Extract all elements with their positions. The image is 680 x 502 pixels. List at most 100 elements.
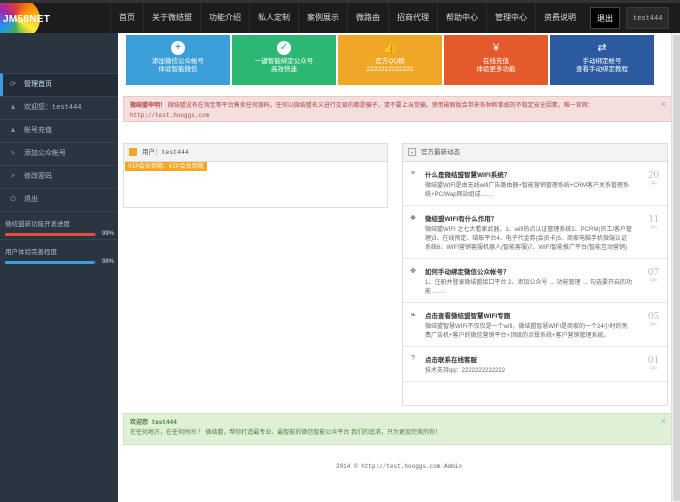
check-icon: ✓ bbox=[277, 41, 291, 55]
progress-percent: 98% bbox=[101, 259, 114, 265]
sidebar-item[interactable]: ✐ 修改密码 bbox=[0, 165, 118, 188]
top-navbar: JM58NET 首页 关于微结盟 功能介绍 私人定制 案例展示 微路由 招商代理 帮助中心 管理… bbox=[0, 0, 680, 36]
news-day: 20 bbox=[648, 169, 659, 181]
progress-label: 微结盟新功能开发进度 bbox=[5, 221, 70, 228]
user-panel-header: 用户：test444 bbox=[124, 144, 387, 162]
vip-badge: VIP会员到期：VIP会员到期 bbox=[125, 162, 207, 171]
sidebar-item-label: 帐号充值 bbox=[24, 127, 52, 135]
sidebar-item[interactable]: ⏻ 退出 bbox=[0, 188, 118, 211]
quick-tiles: + 添加微信公众帐号 体验智能微信 ✓ 一键智能绑定公众号 高效快速 👍 官方QQ群 22222… bbox=[126, 35, 656, 85]
sidebar-item-label: 管理首页 bbox=[24, 81, 52, 89]
news-month: jun bbox=[650, 181, 657, 186]
footer: 2014 © http://test.hooggs.com Admin bbox=[335, 463, 463, 470]
logout-icon: ⏻ bbox=[10, 196, 16, 204]
sidebar-item[interactable]: ⟳ 管理首页 bbox=[0, 73, 118, 96]
quick-tile[interactable]: + 添加微信公众帐号 体验智能微信 bbox=[126, 35, 230, 85]
sidebar-item[interactable]: ✎ 添加公众帐号 bbox=[0, 142, 118, 165]
progress-fill bbox=[5, 260, 95, 264]
tile-line2: 体验智能微信 bbox=[158, 66, 198, 73]
alert-title: 微结盟申明！ bbox=[130, 103, 167, 109]
news-item[interactable]: ? 点击联系在线客服 技术支持qq：2222222222222 01 jun bbox=[403, 347, 667, 382]
logo-text: JM58NET bbox=[3, 14, 51, 25]
official-url[interactable]: http://test.hooggs.com bbox=[130, 112, 209, 119]
progress-fill bbox=[5, 232, 96, 236]
plus-icon: + bbox=[171, 41, 185, 55]
tile-line2: 查看手动绑定教程 bbox=[576, 66, 628, 73]
news-date: 20 jun bbox=[648, 169, 659, 187]
news-month: jun bbox=[650, 225, 657, 230]
sidebar-item-label: 添加公众帐号 bbox=[24, 150, 66, 158]
nav-item[interactable]: 招商代理 bbox=[388, 3, 437, 33]
news-title[interactable]: 点击联系在线客服 bbox=[425, 354, 632, 364]
nav-item[interactable]: 私人定制 bbox=[249, 3, 298, 33]
exit-button[interactable]: 退出 bbox=[590, 7, 620, 29]
news-item[interactable]: ❧ 点击查看微结盟智慧WIFI专题 微结盟智慧WIFI不仅仅是一个wifi，微结盟智… bbox=[403, 303, 667, 347]
news-item[interactable]: ≡ 什么是微结盟智慧WIFI系统？ 微结盟WIFI是由无线wifi广告路由器+智能营… bbox=[403, 162, 667, 206]
news-month: jun bbox=[650, 278, 657, 283]
progress-label: 用户体验完善程度 bbox=[5, 249, 57, 256]
progress-bar bbox=[5, 260, 96, 264]
news-desc: 技术支持qq：2222222222222 bbox=[425, 368, 506, 374]
news-day: 07 bbox=[648, 266, 659, 278]
sidebar-item-label: 修改密码 bbox=[24, 173, 52, 181]
refresh-icon: ⟳ bbox=[10, 81, 16, 89]
news-day: 11 bbox=[648, 213, 659, 225]
progress-bar bbox=[5, 232, 96, 236]
news-title[interactable]: 什么是微结盟智慧WIFI系统？ bbox=[425, 169, 632, 179]
user-icon: ♟ bbox=[10, 104, 16, 112]
nav-item[interactable]: 资费说明 bbox=[535, 3, 584, 33]
news-date: 05 jun bbox=[648, 311, 659, 328]
nav-item[interactable]: 首页 bbox=[110, 3, 143, 33]
close-icon[interactable]: × bbox=[661, 99, 666, 109]
logo[interactable]: JM58NET bbox=[0, 3, 58, 36]
news-title[interactable]: 点击查看微结盟智慧WIFI专题 bbox=[425, 310, 632, 320]
news-item[interactable]: ❖ 微结盟WIFI有什么作用？ 微结盟WIFI 之七大看家武器，1、wifi热点认证… bbox=[403, 206, 667, 259]
news-title[interactable]: 如何手动绑定微信公众帐号？ bbox=[425, 266, 632, 276]
scrollbar-thumb[interactable] bbox=[673, 35, 680, 501]
sidebar-item[interactable]: ♟ 帐号充值 bbox=[0, 119, 118, 142]
sidebar-menu: ⟳ 管理首页 ♟ 欢迎您：test444 ♟ 帐号充值 ✎ 添加公众帐号 ✐ 修改密码 ⏻ 退出 bbox=[0, 73, 118, 211]
user-account-button[interactable]: test444 bbox=[626, 7, 670, 29]
news-panel: ⌄ 官方最新动态 ≡ 什么是微结盟智慧WIFI系统？ 微结盟WIFI是由无线wifi广… bbox=[402, 143, 668, 406]
news-item[interactable]: ✥ 如何手动绑定微信公众帐号？ 1、注册并登录微结盟接口平台 2、添加公众号 → 功… bbox=[403, 259, 667, 303]
user-icon: ♟ bbox=[10, 127, 16, 135]
alert-text: 微结盟没有在淘宝等平台售卖任何源码，任何以微结盟名义进行交易的都是骗子，请不要上… bbox=[167, 103, 594, 109]
nav-item[interactable]: 案例展示 bbox=[298, 3, 347, 33]
news-desc: 微结盟WIFI是由无线wifi广告路由器+智能营销管理系统+CRM客户关系管理系… bbox=[425, 183, 630, 198]
close-icon[interactable]: × bbox=[661, 416, 666, 426]
nav-item[interactable]: 关于微结盟 bbox=[143, 3, 200, 33]
list-icon: ≡ bbox=[410, 170, 416, 177]
quick-tile[interactable]: ⇄ 手动绑定帐号 查看手动绑定教程 bbox=[550, 35, 654, 85]
nav-item[interactable]: 帮助中心 bbox=[437, 3, 486, 33]
news-date: 01 jun bbox=[648, 355, 659, 372]
nav-item[interactable]: 功能介绍 bbox=[200, 3, 249, 33]
news-title[interactable]: 微结盟WIFI有什么作用？ bbox=[425, 213, 632, 223]
sidebar-item[interactable]: ♟ 欢迎您：test444 bbox=[0, 96, 118, 119]
tile-line1: 一键智能绑定公众号 bbox=[254, 58, 314, 65]
pencil-icon: ✎ bbox=[10, 150, 16, 158]
tile-line2: 2222222222222 bbox=[366, 66, 414, 73]
quick-tile[interactable]: 👍 官方QQ群 2222222222222 bbox=[338, 35, 442, 85]
news-date: 11 jun bbox=[648, 213, 659, 231]
sidebar-top bbox=[0, 33, 118, 73]
nav-item[interactable]: 管理中心 bbox=[486, 3, 535, 33]
chevron-down-icon[interactable]: ⌄ bbox=[408, 148, 416, 157]
scrollbar[interactable] bbox=[671, 33, 680, 502]
news-date: 07 jun bbox=[648, 266, 659, 284]
news-panel-header: ⌄ 官方最新动态 bbox=[403, 144, 667, 162]
news-month: jun bbox=[650, 366, 657, 371]
tile-line1: 添加微信公众帐号 bbox=[152, 58, 204, 65]
nav-item[interactable]: 微路由 bbox=[347, 3, 388, 33]
tile-line1: 手动绑定帐号 bbox=[582, 58, 622, 65]
quick-tile[interactable]: ¥ 在线充值 体验更多功能 bbox=[444, 35, 548, 85]
thumbs-up-icon: 👍 bbox=[383, 42, 397, 54]
tile-line2: 高效快速 bbox=[271, 66, 297, 73]
news-month: jun bbox=[650, 322, 657, 327]
tile-line1: 官方QQ群 bbox=[375, 58, 405, 65]
main-menu: 首页 关于微结盟 功能介绍 私人定制 案例展示 微路由 招商代理 帮助中心 管理中心 资费说明 退出… bbox=[110, 3, 670, 33]
user-panel-title: 用户：test444 bbox=[142, 149, 189, 156]
sidebar-item-label: 退出 bbox=[24, 196, 38, 204]
quick-tile[interactable]: ✓ 一键智能绑定公众号 高效快速 bbox=[232, 35, 336, 85]
progress-percent: 99% bbox=[101, 231, 114, 237]
news-desc: 微结盟智慧WIFI不仅仅是一个wifi，微结盟智慧WIFI是商家的一个24小时的… bbox=[425, 324, 628, 339]
